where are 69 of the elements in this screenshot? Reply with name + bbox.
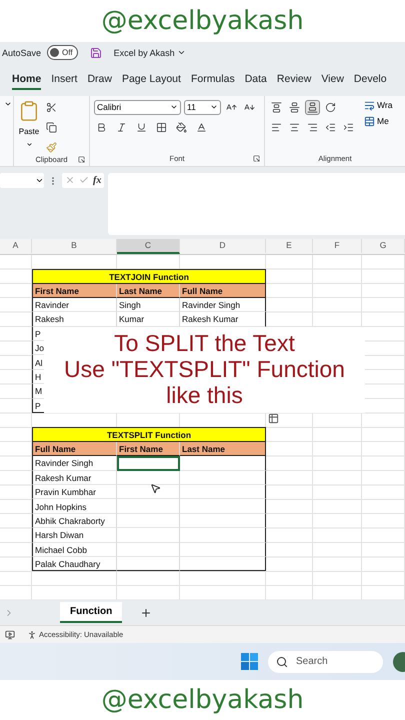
font-name-field[interactable]: Calibri	[94, 100, 181, 115]
table-cell: Rakesh	[32, 312, 117, 327]
copy-icon[interactable]	[44, 120, 59, 135]
search-field[interactable]: Search	[268, 650, 383, 673]
launcher-icon[interactable]	[253, 155, 260, 162]
start-icon[interactable]	[241, 653, 258, 670]
column-heading[interactable]: G	[362, 238, 405, 254]
table-cell: John Hopkins	[32, 499, 117, 514]
wrap-text-button[interactable]: Wra	[377, 100, 392, 110]
sheet-tab[interactable]: Function	[60, 602, 122, 624]
column-header-cell: First Name	[32, 284, 117, 298]
top-align-icon[interactable]	[269, 100, 284, 115]
chevron-icon[interactable]	[26, 140, 32, 148]
ribbon-tab[interactable]: View	[321, 70, 344, 90]
table-title: TEXTJOIN Function	[32, 269, 266, 284]
column-header-cell: Full Name	[32, 442, 117, 456]
ribbon-tab[interactable]: Page Layout	[122, 70, 181, 90]
table-cell: Pravin Kumbhar	[32, 484, 117, 500]
column-heading[interactable]: E	[266, 238, 313, 254]
column-heading[interactable]: A	[0, 238, 32, 254]
table-cell: Abhik Chakraborty	[32, 514, 117, 528]
column-header-cell: Full Name	[180, 284, 266, 298]
ribbon-tab[interactable]: Insert	[51, 70, 78, 90]
accessibility-icon[interactable]	[27, 630, 37, 640]
macro-icon[interactable]	[5, 630, 15, 640]
launcher-icon[interactable]	[78, 156, 85, 163]
table-cell: Harsh Diwan	[32, 528, 117, 543]
column-heading[interactable]: F	[313, 238, 362, 254]
paste-button[interactable]: Paste	[18, 126, 40, 136]
table-cell: Singh	[117, 298, 180, 312]
column-header-cell: Last Name	[117, 284, 180, 298]
table-cell: Ravinder Singh	[180, 298, 266, 312]
column-header-cell: First Name	[117, 442, 180, 456]
table-cell: Ravinder Singh	[32, 456, 117, 471]
column-heading[interactable]: C	[117, 238, 180, 254]
font-size-field[interactable]: 11	[184, 100, 221, 115]
quick-analysis-icon[interactable]	[268, 412, 279, 424]
caption-line: To SPLIT the Text	[114, 331, 295, 357]
column-heading[interactable]: D	[180, 238, 266, 254]
table-cell: Palak Chaudhary	[32, 556, 117, 572]
table-cell: Ravinder	[32, 298, 117, 312]
save-icon[interactable]	[90, 46, 102, 59]
table-cell: Rakesh Kumar	[180, 312, 266, 327]
file-name[interactable]: Excel by Akash	[114, 48, 175, 58]
table-cell: Rakesh Kumar	[32, 470, 117, 485]
ribbon-tab[interactable]: Home	[12, 70, 42, 90]
ribbon-tab[interactable]: Develo	[354, 70, 387, 90]
ribbon-tab[interactable]: Draw	[87, 70, 112, 90]
column-header-cell: Last Name	[180, 442, 266, 456]
middle-align-icon[interactable]	[287, 100, 302, 115]
ribbon-tab[interactable]: Data	[244, 70, 267, 90]
autosave-toggle[interactable]: Off	[47, 45, 78, 60]
autosave-label: AutoSave	[2, 48, 42, 58]
caption-line: like this	[166, 382, 243, 408]
table-title: TEXTSPLIT Function	[32, 427, 266, 442]
insert-function-button[interactable]: fx	[93, 174, 102, 186]
bottom-align-icon[interactable]	[305, 100, 320, 115]
cursor-icon	[150, 482, 161, 494]
merge-button[interactable]: Me	[377, 116, 389, 126]
wrap-text-icon[interactable]	[364, 100, 375, 111]
table-cell: Michael Cobb	[32, 542, 117, 557]
search-icon	[276, 656, 288, 668]
ribbon-tab[interactable]: Formulas	[190, 70, 235, 90]
fill-color-icon[interactable]	[174, 120, 189, 135]
merge-icon[interactable]	[364, 116, 375, 127]
ribbon-tab[interactable]: Review	[276, 70, 312, 90]
add-sheet-icon[interactable]	[140, 606, 152, 619]
table-cell: Kumar	[117, 312, 180, 327]
format-painter-icon[interactable]	[44, 140, 59, 155]
